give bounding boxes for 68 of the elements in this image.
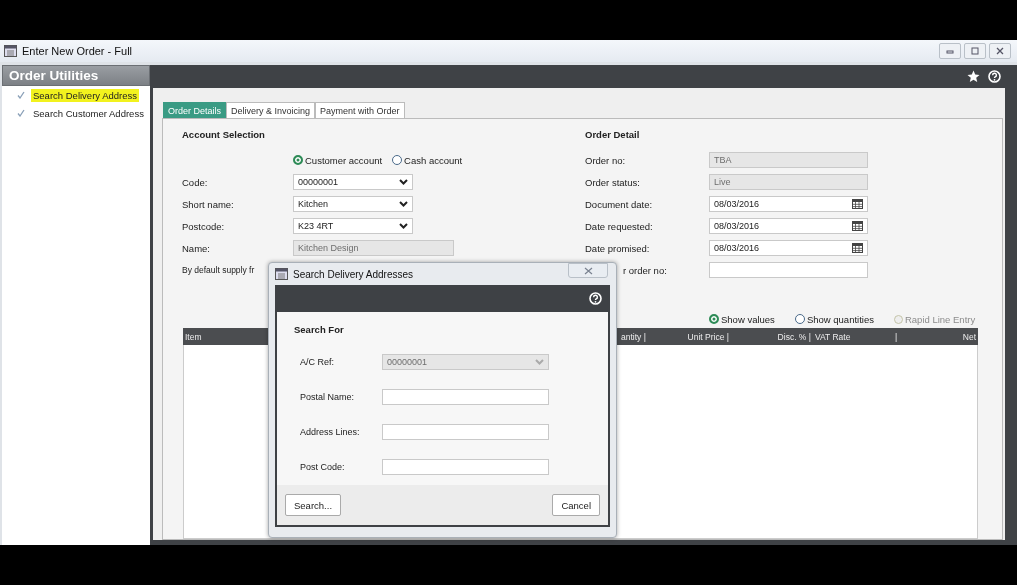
calendar-icon [852,199,863,209]
chevron-down-icon [399,179,408,185]
close-icon [583,266,593,275]
field-label: Postcode: [182,220,226,232]
chevron-down-icon [535,358,544,365]
minimize-button[interactable] [939,43,961,59]
help-icon [988,70,1001,83]
minimize-icon [945,47,955,55]
column-header: Disc. % | [776,331,812,342]
column-header: VAT Rate [814,331,852,342]
chevron-down-icon [399,223,408,229]
field-label: Date requested: [585,220,654,232]
field-label: Code: [182,176,209,188]
date-field[interactable]: 08/03/2016 [709,240,868,256]
check-icon [17,91,25,99]
close-icon [995,47,1005,55]
date-field[interactable]: 08/03/2016 [709,218,868,234]
radio-button[interactable]: Customer account [293,154,383,166]
maximize-icon [970,47,980,55]
field-label: Short name: [182,198,235,210]
dropdown-field[interactable]: Kitchen [293,196,413,212]
field-label: Order no: [585,154,627,166]
window-icon [275,268,288,280]
dropdown-field[interactable]: 00000001 [293,174,413,190]
section-heading: Search For [294,324,345,335]
field-label: Order status: [585,176,641,188]
dialog-button[interactable]: Search... [285,494,342,516]
text-field[interactable] [382,458,549,475]
window-title: Enter New Order - Full [22,45,134,57]
window-icon [4,45,17,57]
radio-button[interactable]: Show values [709,313,775,325]
field-label: Date promised: [585,242,651,254]
calendar-icon [852,221,863,231]
field-label: Document date: [585,198,654,210]
text-field[interactable] [382,388,549,405]
column-header: Item [184,331,203,342]
field-label: r order no: [623,264,668,276]
radio-button[interactable]: Cash account [392,154,463,166]
star-icon [967,70,980,83]
field-label: A/C Ref: [300,356,335,367]
sidebar-link[interactable]: Search Delivery Address [31,88,140,102]
tab[interactable]: Payment with Order [315,102,405,118]
chevron-down-icon [399,201,408,207]
section-heading: Account Selection [182,128,266,142]
text-field[interactable] [709,262,868,278]
sidebar-title: Order Utilities [2,65,150,86]
dialog-title: Search Delivery Addresses [293,268,414,280]
calendar-icon [852,243,863,253]
column-header: Net [961,331,977,342]
field-label: Name: [182,242,211,254]
radio-button[interactable]: Show quantities [794,313,874,325]
check-icon [17,109,25,117]
sidebar-link[interactable]: Search Customer Address [31,106,146,120]
dropdown-field[interactable]: K23 4RT [293,218,413,234]
section-heading: Order Detail [585,128,641,142]
help-icon [589,292,602,305]
field-label: Address Lines: [300,426,361,437]
field-label: By default supply fr [182,265,255,275]
column-header: antity | [620,331,647,342]
tab[interactable]: Delivery & Invoicing [226,102,316,118]
column-header: | [894,331,899,342]
field-label: Post Code: [300,461,346,472]
date-field[interactable]: 08/03/2016 [709,196,868,212]
text-field[interactable] [382,423,549,440]
close-button[interactable] [989,43,1011,59]
field-label: Postal Name: [300,391,356,402]
dialog-button[interactable]: Cancel [552,494,600,516]
column-header: Unit Price | [686,331,730,342]
